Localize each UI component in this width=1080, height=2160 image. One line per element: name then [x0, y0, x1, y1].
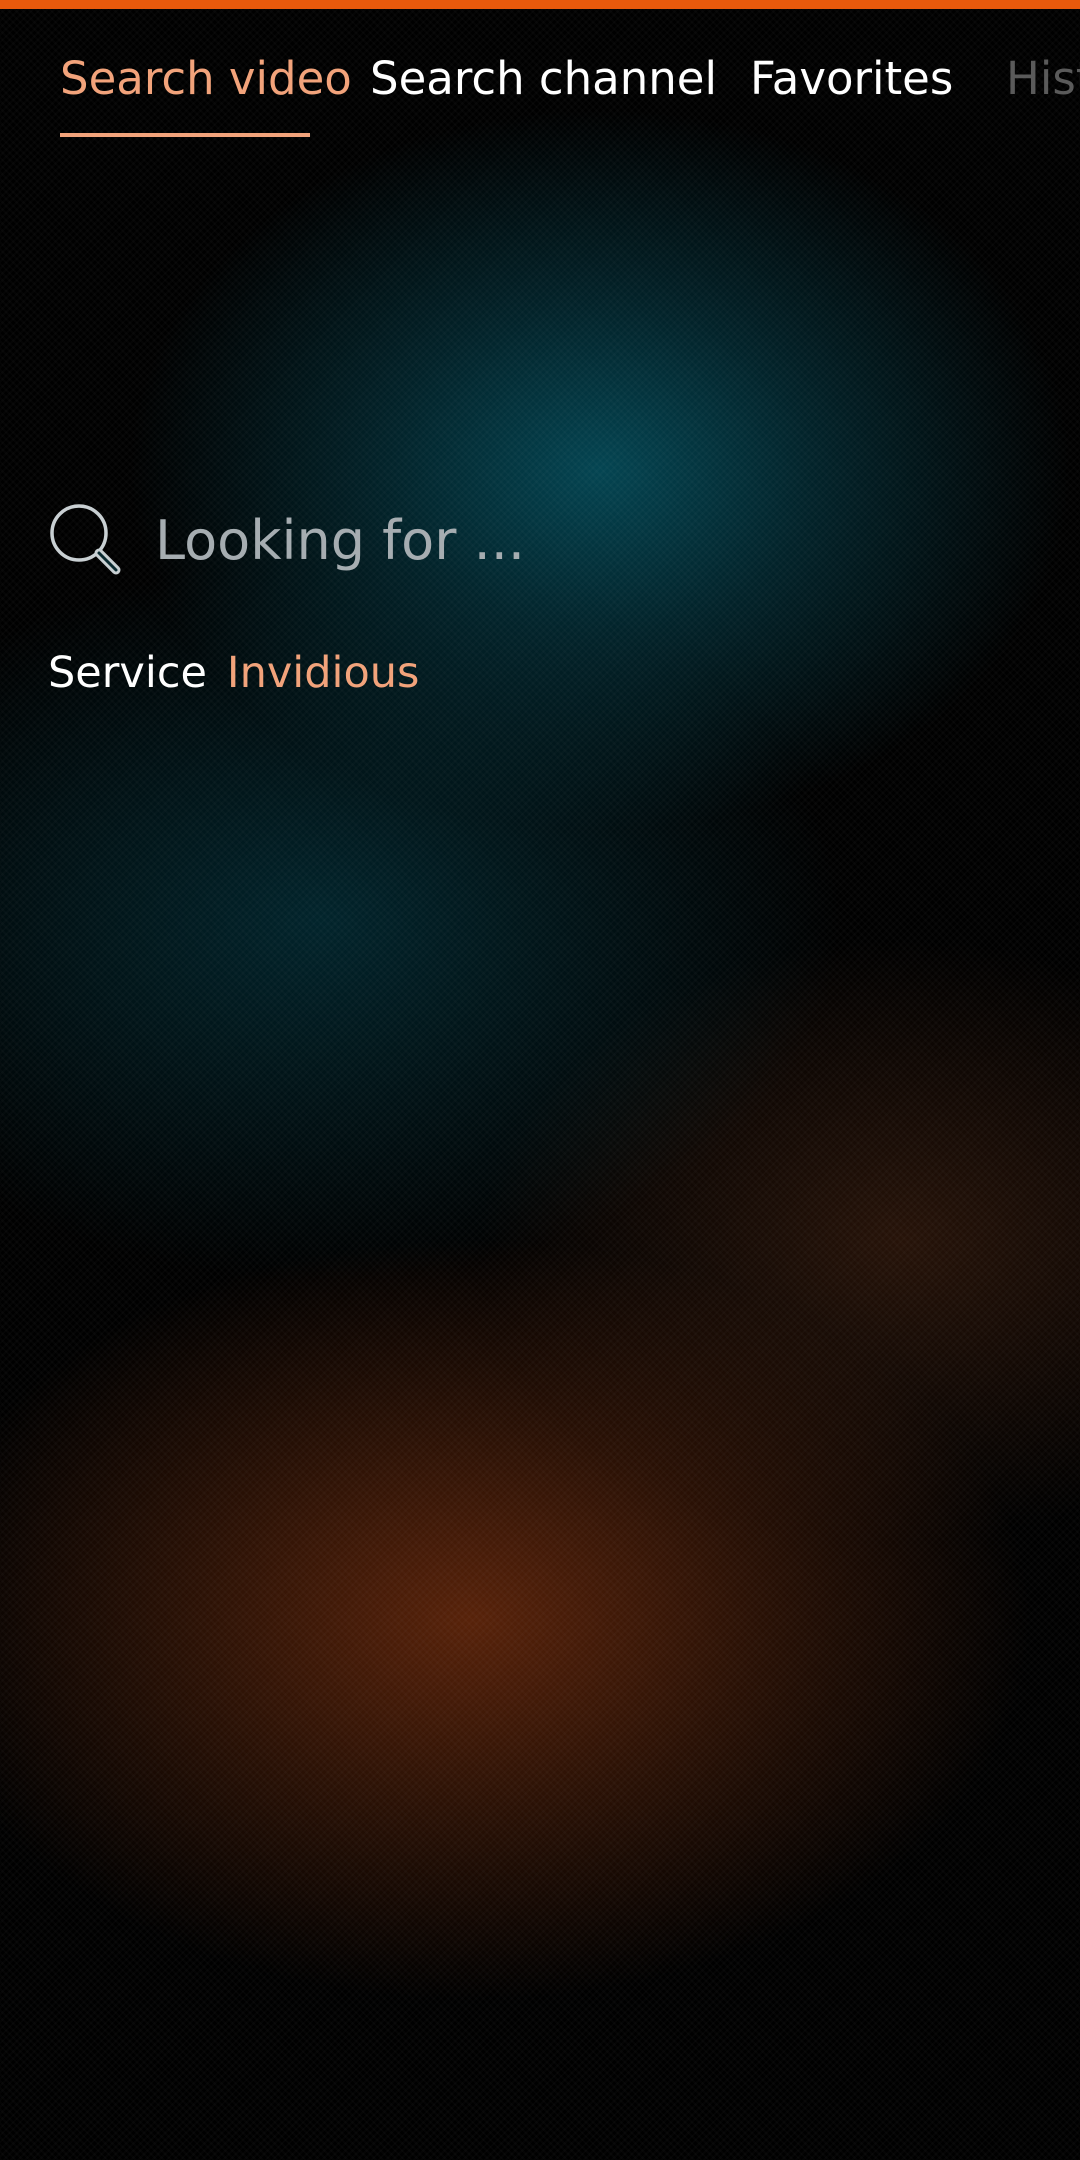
tab-history[interactable]: History — [1006, 52, 1080, 105]
service-label: Service — [48, 648, 207, 698]
active-tab-indicator — [60, 133, 310, 137]
tab-favorites[interactable]: Favorites — [750, 52, 953, 105]
search-input[interactable] — [155, 500, 1015, 580]
app-screen: Search video Search channel Favorites Hi… — [0, 0, 1080, 2160]
service-value[interactable]: Invidious — [227, 648, 420, 698]
top-accent-bar — [0, 0, 1080, 9]
search-icon — [48, 502, 124, 578]
tab-search-channel[interactable]: Search channel — [370, 52, 717, 105]
tab-search-video[interactable]: Search video — [60, 52, 352, 105]
search-field — [48, 495, 1048, 585]
tab-bar: Search video Search channel Favorites Hi… — [0, 52, 1080, 152]
service-selector[interactable]: Service Invidious — [48, 648, 419, 698]
